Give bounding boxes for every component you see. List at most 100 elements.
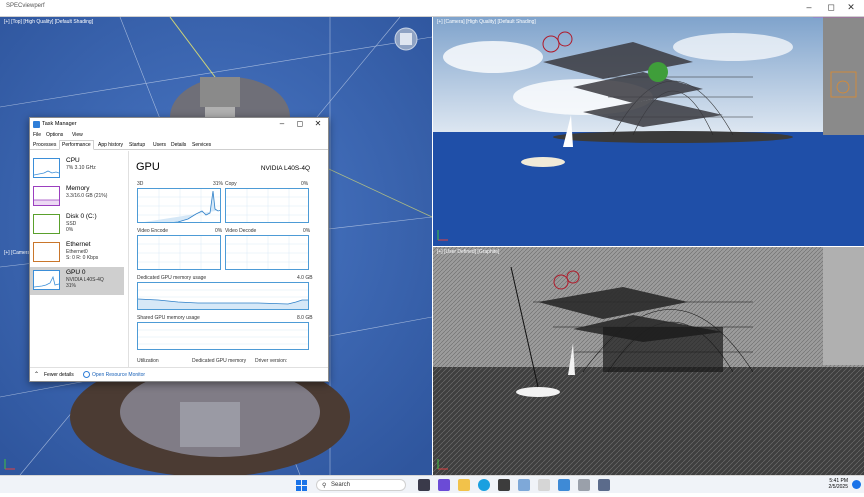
minimize-icon[interactable]: –: [802, 2, 816, 12]
menu-options[interactable]: Options: [46, 132, 63, 138]
viewport-br-label: [+] [User Defined] [Graphite]: [437, 249, 500, 255]
resource-name: CPU: [66, 157, 80, 164]
engine-video-encode-value: 0%: [215, 228, 223, 234]
file-explorer-icon[interactable]: [458, 479, 470, 491]
dedicated-memory-graph: [137, 282, 309, 310]
store-icon[interactable]: [498, 479, 510, 491]
engine-copy-graph: [225, 188, 309, 223]
photos-icon[interactable]: [518, 479, 530, 491]
task-manager-icon: [33, 121, 40, 128]
dedicated-memory-label: Dedicated GPU memory usage: [137, 275, 207, 281]
shared-memory-max: 8.0 GB: [297, 315, 313, 321]
resource-detail-2: 0%: [66, 227, 74, 233]
search-placeholder: Search: [331, 482, 351, 488]
axis-gizmo-icon: [4, 459, 15, 470]
task-manager-menubar: File Options View: [30, 131, 328, 140]
fewer-details-link[interactable]: Fewer details: [44, 372, 74, 378]
resource-ethernet[interactable]: Ethernet Ethernet0 S: 0 R: 0 Kbps: [30, 239, 124, 267]
cpu-thumbnail: [33, 158, 60, 178]
resource-cpu[interactable]: CPU 7% 3.10 GHz: [30, 155, 124, 183]
task-manager-title: Task Manager: [42, 121, 77, 127]
utilization-label: Utilization: [137, 358, 159, 364]
engine-video-encode-label[interactable]: Video Encode: [137, 228, 168, 234]
disk-thumbnail: [33, 214, 60, 234]
tab-users[interactable]: Users: [153, 142, 166, 148]
resource-disk[interactable]: Disk 0 (C:) SSD 0%: [30, 211, 124, 239]
engine-video-decode-graph: [225, 235, 309, 270]
chevron-up-icon[interactable]: ⌃: [34, 371, 39, 378]
engine-3d-graph: [137, 188, 221, 223]
gpu-thumbnail: [33, 270, 60, 290]
resource-name: Disk 0 (C:): [66, 213, 97, 220]
minimize-icon[interactable]: –: [276, 119, 288, 128]
task-manager-taskbar-icon[interactable]: [558, 479, 570, 491]
tab-startup[interactable]: Startup: [129, 142, 145, 148]
tab-performance[interactable]: Performance: [59, 140, 94, 150]
maximize-icon[interactable]: ◻: [294, 119, 306, 128]
engine-3d-value: 31%: [213, 181, 224, 187]
clock-date: 2/5/2025: [828, 484, 848, 490]
scene-camera-view: [433, 17, 864, 246]
resource-memory[interactable]: Memory 3.3/16.0 GB (21%): [30, 183, 124, 211]
menu-view[interactable]: View: [72, 132, 83, 138]
tab-processes[interactable]: Processes: [33, 142, 56, 148]
task-manager-footer: ⌃ Fewer details Open Resource Monitor: [30, 367, 328, 381]
search-box[interactable]: ⚲ Search: [316, 479, 406, 491]
gpu-heading: GPU: [136, 161, 160, 173]
close-icon[interactable]: ✕: [312, 119, 324, 128]
resource-list: CPU 7% 3.10 GHz Memory 3.3/16.0 GB (21%)…: [30, 151, 124, 367]
gpu-model: NVIDIA L40S-4Q: [260, 165, 310, 172]
tab-app-history[interactable]: App history: [98, 142, 123, 148]
dedicated-gpu-memory-label: Dedicated GPU memory: [192, 358, 247, 364]
specviewperf-taskbar-icon[interactable]: [578, 479, 590, 491]
resource-name: GPU 0: [66, 269, 86, 276]
taskbar: ⚲ Search 5:41 PM 2/5/2025: [0, 475, 864, 493]
resource-monitor-icon: [83, 371, 90, 378]
terminal-icon[interactable]: [598, 479, 610, 491]
tab-services[interactable]: Services: [192, 142, 211, 148]
viewport-left-camera-label: [+] [Camera]: [4, 250, 32, 256]
axis-gizmo-icon: [437, 230, 448, 241]
resource-detail: 7% 3.10 GHz: [66, 165, 96, 171]
start-icon[interactable]: [296, 479, 308, 491]
engine-video-decode-label[interactable]: Video Decode: [225, 228, 256, 234]
viewport-left-label: [+] [Top] [High Quality] [Default Shadin…: [4, 19, 94, 25]
resource-name: Memory: [66, 185, 90, 192]
shared-memory-label: Shared GPU memory usage: [137, 315, 200, 321]
ethernet-thumbnail: [33, 242, 60, 262]
viewport-tr-label: [+] [Camera] [High Quality] [Default Sha…: [437, 19, 536, 25]
resource-detail-2: S: 0 R: 0 Kbps: [66, 255, 99, 261]
system-clock[interactable]: 5:41 PM 2/5/2025: [829, 478, 848, 490]
notification-icon[interactable]: [852, 480, 861, 489]
close-icon[interactable]: ✕: [844, 2, 858, 13]
task-view-icon[interactable]: [418, 479, 430, 491]
search-icon: ⚲: [322, 483, 327, 489]
viewport-user-defined[interactable]: [+] [User Defined] [Graphite]: [433, 247, 864, 475]
viewport-camera[interactable]: [+] [Camera] [High Quality] [Default Sha…: [433, 17, 864, 246]
engine-video-decode-value: 0%: [303, 228, 311, 234]
app-titlebar: SPECviewperf – ◻ ✕: [0, 0, 864, 17]
task-manager-window[interactable]: Task Manager – ◻ ✕ File Options View Pro…: [29, 117, 329, 382]
axis-gizmo-icon: [437, 459, 448, 470]
memory-thumbnail: [33, 186, 60, 206]
gpu-detail-panel: GPU NVIDIA L40S-4Q 3D 31% Copy 0% Video …: [128, 151, 328, 367]
tab-details[interactable]: Details: [171, 142, 186, 148]
edge-icon[interactable]: [478, 479, 490, 491]
open-resource-monitor-link[interactable]: Open Resource Monitor: [92, 372, 145, 378]
resource-detail-2: 31%: [66, 283, 77, 289]
maximize-icon[interactable]: ◻: [824, 2, 838, 13]
notepad-icon[interactable]: [538, 479, 550, 491]
menu-file[interactable]: File: [33, 132, 41, 138]
dedicated-memory-max: 4.0 GB: [297, 275, 313, 281]
app-title: SPECviewperf: [6, 3, 45, 9]
chat-icon[interactable]: [438, 479, 450, 491]
task-manager-titlebar[interactable]: Task Manager – ◻ ✕: [30, 118, 328, 131]
resource-detail: 3.3/16.0 GB (21%): [66, 193, 108, 199]
shared-memory-graph: [137, 322, 309, 350]
engine-copy-value: 0%: [301, 181, 309, 187]
engine-3d-label[interactable]: 3D: [137, 181, 143, 187]
driver-version-label: Driver version:: [255, 358, 288, 364]
resource-gpu[interactable]: GPU 0 NVIDIA L40S-4Q 31%: [30, 267, 124, 295]
engine-copy-label[interactable]: Copy: [225, 181, 237, 187]
scene-graphite-view: [433, 247, 864, 475]
